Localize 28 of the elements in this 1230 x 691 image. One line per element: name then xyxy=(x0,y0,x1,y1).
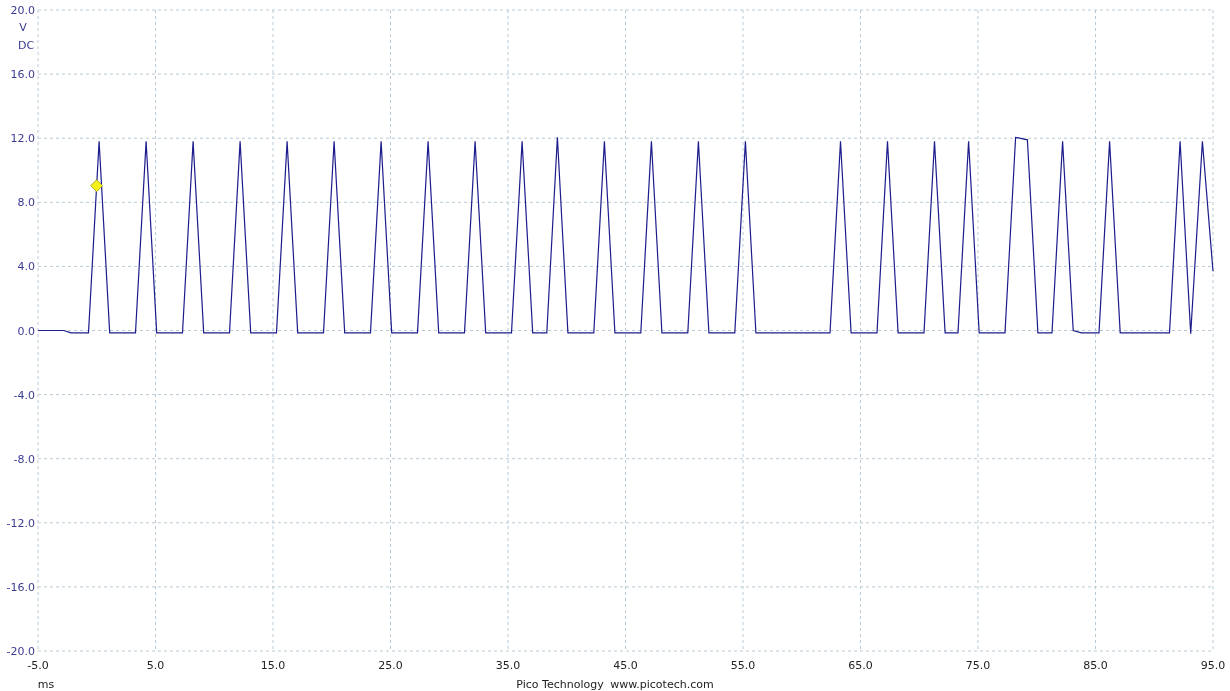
y-tick-label: 16.0 xyxy=(10,68,35,82)
y-tick-label: 0.0 xyxy=(17,324,35,338)
y-tick-label: 4.0 xyxy=(17,260,35,274)
y-tick-label: -8.0 xyxy=(13,452,35,466)
y-tick-label: -16.0 xyxy=(6,580,35,594)
y-tick-label: -20.0 xyxy=(6,645,35,658)
x-unit-label: ms xyxy=(37,678,55,691)
x-tick-label: 85.0 xyxy=(1083,659,1108,672)
trigger-marker-icon[interactable] xyxy=(90,179,104,193)
y-tick-label: 20.0 xyxy=(10,4,35,17)
x-tick-label: 15.0 xyxy=(260,659,286,672)
x-tick-label: 35.0 xyxy=(495,659,521,672)
y-tick-label: 12.0 xyxy=(10,132,35,146)
y-tick-label: 8.0 xyxy=(17,196,35,210)
x-tick-label: 75.0 xyxy=(965,659,991,672)
company-name: Pico Technology xyxy=(516,678,604,691)
x-tick-label: 25.0 xyxy=(378,659,403,672)
x-tick-label: 95.0 xyxy=(1200,659,1226,672)
x-tick-label: 65.0 xyxy=(848,659,873,672)
y-tick-label: -12.0 xyxy=(6,516,35,530)
x-tick-label: 55.0 xyxy=(730,659,756,672)
y-unit-label: V xyxy=(19,21,27,34)
website-link[interactable]: www.picotech.com xyxy=(610,678,714,691)
x-tick-label: -5.0 xyxy=(27,659,49,672)
coupling-label: DC xyxy=(17,39,35,52)
x-tick-label: 5.0 xyxy=(146,659,165,672)
y-tick-label: -4.0 xyxy=(13,388,35,402)
x-tick-label: 45.0 xyxy=(613,659,638,672)
